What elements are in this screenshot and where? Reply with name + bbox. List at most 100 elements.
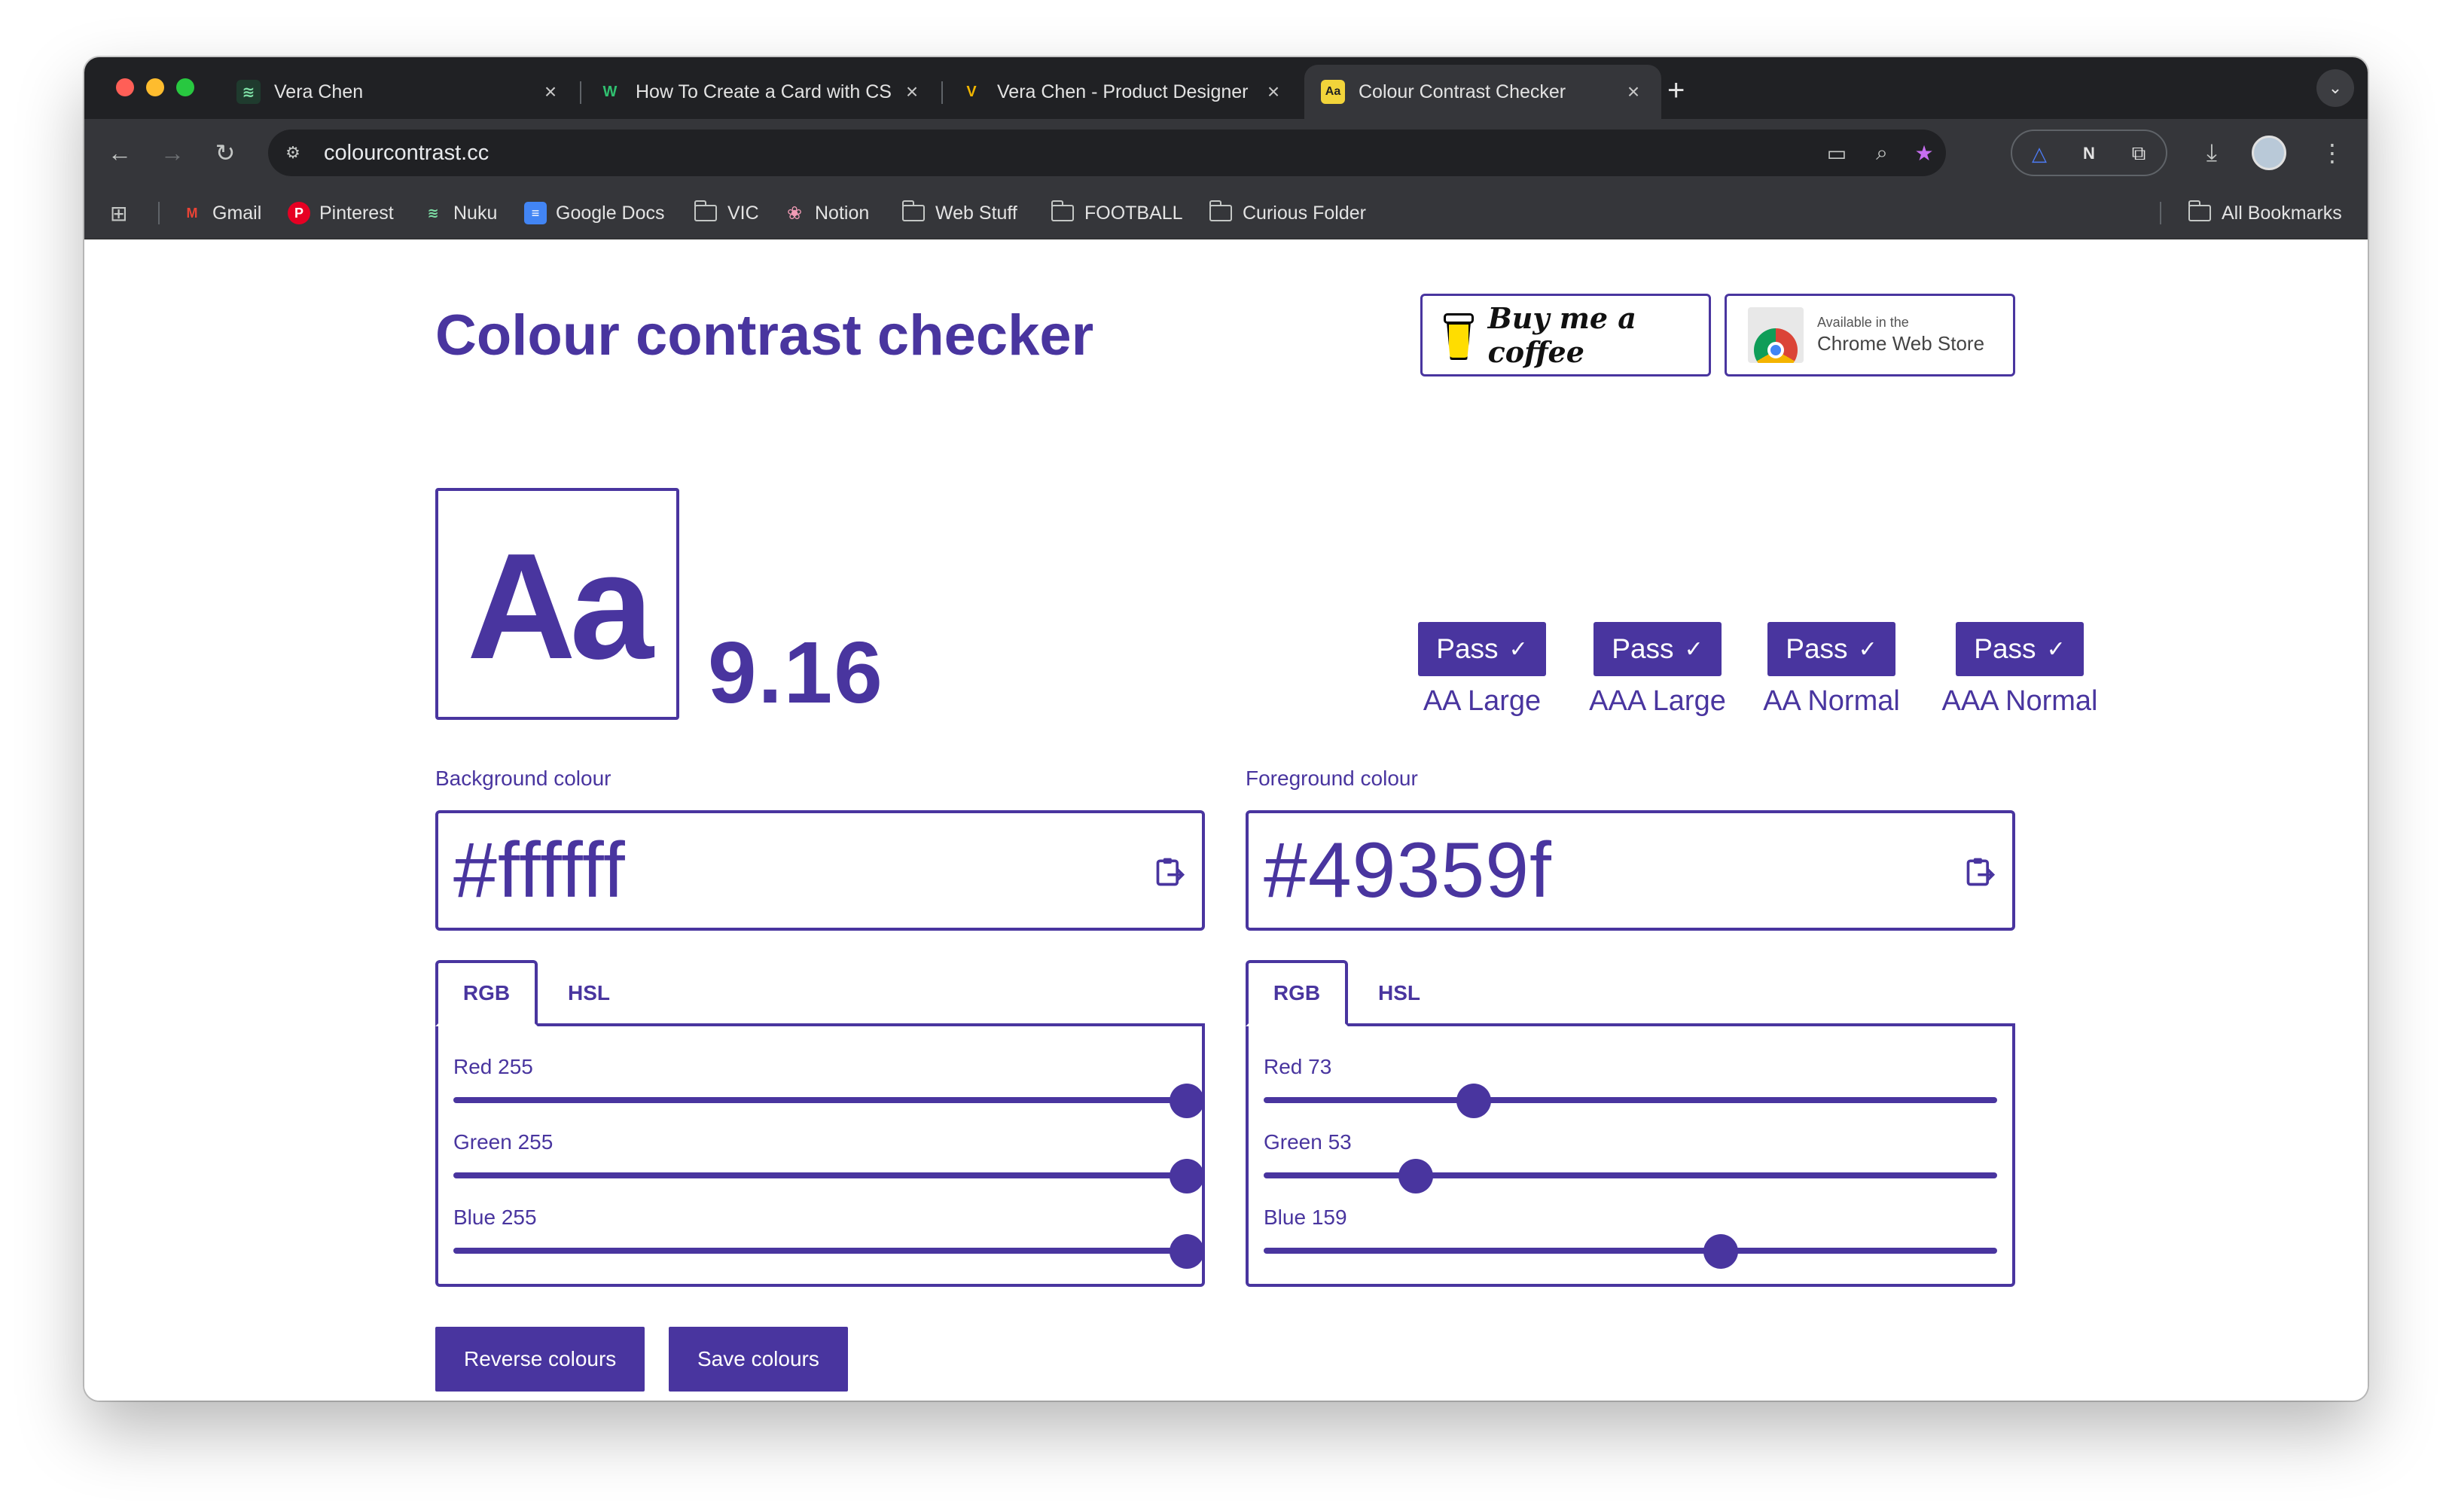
bookmark-notion[interactable]: ❀ Notion <box>783 200 869 226</box>
foreground-hex-value[interactable]: #49359f <box>1264 826 1552 916</box>
forward-arrow-icon[interactable]: → <box>154 134 191 172</box>
bmc-label: Buy me a coffee <box>1487 301 1636 369</box>
folder-icon <box>694 200 717 221</box>
reload-icon[interactable]: ↻ <box>206 134 244 172</box>
bookmark-football[interactable]: FOOTBALL <box>1051 200 1183 226</box>
bookmark-label: Nuku <box>453 202 498 224</box>
result-label: AAA Normal <box>1941 685 2098 717</box>
close-icon[interactable]: × <box>1622 80 1645 104</box>
back-arrow-icon[interactable]: ← <box>101 134 139 172</box>
avatar[interactable] <box>2252 136 2286 170</box>
red-slider[interactable]: Red 73 <box>1264 1055 1997 1127</box>
puzzle-icon[interactable]: ⧉ <box>2122 137 2155 170</box>
reverse-colours-button[interactable]: Reverse colours <box>435 1327 645 1392</box>
slider-track[interactable] <box>1264 1097 1997 1103</box>
check-icon: ✓ <box>2046 636 2066 662</box>
slider-thumb[interactable] <box>1398 1159 1434 1193</box>
foreground-slider-panel: Red 73 Green 53 Blue 159 <box>1246 1023 2015 1287</box>
background-hex-value[interactable]: #ffffff <box>453 826 626 916</box>
slider-track[interactable] <box>453 1248 1187 1254</box>
paste-icon[interactable] <box>1154 855 1187 889</box>
tab-rgb[interactable]: RGB <box>1246 960 1348 1026</box>
notion-extension-icon[interactable]: N <box>2072 137 2106 170</box>
browser-tab[interactable]: ≋ Vera Chen × <box>220 65 578 119</box>
slider-track[interactable] <box>1264 1248 1997 1254</box>
bookmark-web-stuff[interactable]: Web Stuff <box>901 200 1017 226</box>
result-aa-large: Pass ✓ AA Large <box>1418 622 1546 718</box>
bookmark-label: All Bookmarks <box>2222 202 2342 224</box>
background-colour-input[interactable]: #ffffff <box>435 810 1205 931</box>
slider-label: Blue 255 <box>453 1206 537 1229</box>
close-icon[interactable]: × <box>539 80 562 104</box>
vc-logo-icon: ≋ <box>236 80 261 104</box>
maximize-window-button[interactable] <box>176 78 194 96</box>
slider-thumb[interactable] <box>1170 1234 1204 1269</box>
slider-label: Blue 159 <box>1264 1206 1347 1229</box>
green-slider[interactable]: Green 255 <box>453 1130 1204 1203</box>
zoom-icon[interactable]: ⌕ <box>1863 134 1901 172</box>
tab-rgb[interactable]: RGB <box>435 960 538 1026</box>
tab-title: Vera Chen - Product Designer <box>997 81 1249 102</box>
download-icon[interactable]: ⤓ <box>2193 134 2231 172</box>
address-bar[interactable]: ⚙ colourcontrast.cc ▭ ⌕ ★ <box>268 130 1946 176</box>
bookmark-vic[interactable]: VIC <box>694 200 759 226</box>
paste-icon[interactable] <box>1964 855 1997 889</box>
blue-slider[interactable]: Blue 159 <box>1264 1206 1997 1278</box>
check-icon: ✓ <box>1684 636 1703 662</box>
close-icon[interactable]: × <box>901 80 923 104</box>
foreground-colour-label: Foreground colour <box>1246 767 1418 790</box>
bookmark-gmail[interactable]: M Gmail <box>181 200 262 226</box>
tab-search-chevron-icon[interactable]: ⌄ <box>2316 69 2354 107</box>
pass-badge: Pass ✓ <box>1593 622 1722 676</box>
install-app-icon[interactable]: ▭ <box>1818 134 1856 172</box>
slider-track[interactable] <box>453 1097 1187 1103</box>
browser-tab[interactable]: W How To Create a Card with CS × <box>581 65 940 119</box>
bookmark-all-bookmarks[interactable]: All Bookmarks <box>2188 200 2342 226</box>
result-aaa-normal: Pass ✓ AAA Normal <box>1937 622 2103 718</box>
url-text[interactable]: colourcontrast.cc <box>324 141 489 166</box>
tab-hsl[interactable]: HSL <box>538 960 640 1026</box>
green-slider[interactable]: Green 53 <box>1264 1130 1997 1203</box>
slider-label: Red 255 <box>453 1055 533 1078</box>
chrome-web-store-icon <box>1748 307 1804 363</box>
pinterest-icon: P <box>288 202 310 224</box>
foreground-mode-tabs: RGB HSL <box>1246 960 2015 1026</box>
tab-strip: ≋ Vera Chen × W How To Create a Card wit… <box>84 57 2368 119</box>
slider-track[interactable] <box>1264 1172 1997 1178</box>
folder-icon <box>1051 200 1074 221</box>
close-icon[interactable]: × <box>1262 80 1285 104</box>
close-window-button[interactable] <box>116 78 134 96</box>
triangle-extension-icon[interactable]: △ <box>2023 137 2056 170</box>
tab-hsl[interactable]: HSL <box>1348 960 1450 1026</box>
coffee-cup-icon <box>1444 309 1474 361</box>
slider-thumb[interactable] <box>1703 1234 1739 1269</box>
more-menu-icon[interactable]: ⋮ <box>2313 134 2351 172</box>
site-settings-icon[interactable]: ⚙ <box>273 133 313 173</box>
minimize-window-button[interactable] <box>146 78 164 96</box>
bookmark-divider <box>158 202 160 224</box>
result-label: AAA Large <box>1589 685 1726 717</box>
w-logo-icon: W <box>602 83 618 100</box>
cws-big-text: Chrome Web Store <box>1817 332 1985 355</box>
browser-tab[interactable]: V Vera Chen - Product Designer × <box>943 65 1301 119</box>
bookmark-curious-folder[interactable]: Curious Folder <box>1209 200 1366 226</box>
bookmark-pinterest[interactable]: P Pinterest <box>288 200 394 226</box>
apps-grid-icon[interactable]: ⊞ <box>110 200 127 226</box>
slider-thumb[interactable] <box>1456 1084 1491 1118</box>
foreground-colour-input[interactable]: #49359f <box>1246 810 2015 931</box>
new-tab-button[interactable]: + <box>1667 75 1685 105</box>
slider-thumb[interactable] <box>1170 1159 1204 1193</box>
bookmark-star-icon[interactable]: ★ <box>1905 134 1943 172</box>
red-slider[interactable]: Red 255 <box>453 1055 1204 1127</box>
browser-tab-active[interactable]: Aa Colour Contrast Checker × <box>1304 65 1661 119</box>
buy-me-a-coffee-button[interactable]: Buy me a coffee <box>1420 294 1711 376</box>
slider-thumb[interactable] <box>1170 1084 1204 1118</box>
chrome-web-store-button[interactable]: Available in the Chrome Web Store <box>1725 294 2015 376</box>
bookmark-divider <box>2160 202 2161 224</box>
save-colours-button[interactable]: Save colours <box>669 1327 848 1392</box>
slider-track[interactable] <box>453 1172 1187 1178</box>
bookmarks-bar: ⊞ M Gmail P Pinterest ≋ Nuku ≡ Google Do… <box>84 187 2368 239</box>
bookmark-google-docs[interactable]: ≡ Google Docs <box>524 200 665 226</box>
bookmark-nuku[interactable]: ≋ Nuku <box>422 200 497 226</box>
blue-slider[interactable]: Blue 255 <box>453 1206 1204 1278</box>
